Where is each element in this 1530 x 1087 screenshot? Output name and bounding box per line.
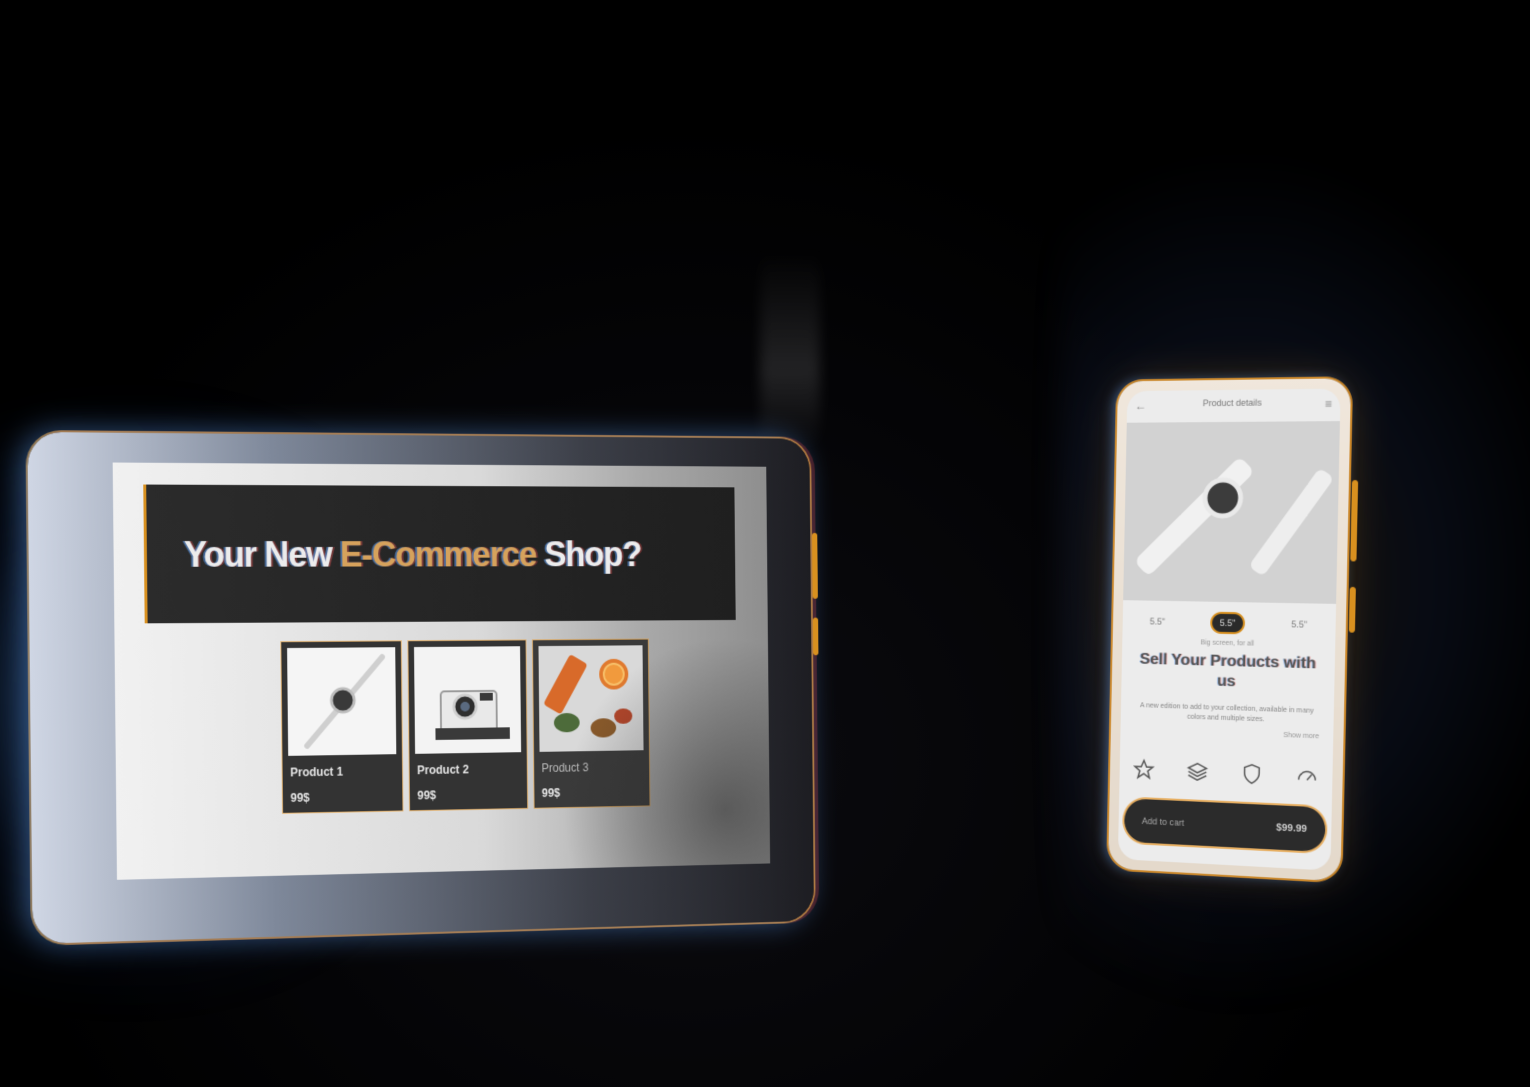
tablet-screen: Your New E-Commerce Shop? Product 1 99$ — [112, 462, 771, 880]
light-beam — [760, 250, 820, 450]
hero-title-part2: Shop? — [536, 534, 642, 574]
hero-title: Your New E-Commerce Shop? — [184, 534, 642, 576]
size-selector: 5.5" 5.5" 5.5" — [1123, 612, 1336, 634]
product-name: Product 1 — [290, 764, 344, 780]
phone-device: ← Product details ≡ 5.5" 5.5" 5.5" Big s… — [1108, 378, 1359, 882]
product-price: 99$ — [417, 788, 437, 803]
add-to-cart-label: Add to cart — [1141, 815, 1185, 828]
phone-subtitle: Big screen, for all — [1200, 639, 1255, 648]
product-image-camera — [414, 646, 522, 754]
back-arrow-icon[interactable]: ← — [1135, 399, 1147, 413]
cart-price: $99.99 — [1275, 821, 1308, 835]
show-more-link[interactable]: Show more — [1283, 732, 1319, 740]
product-price: 99$ — [290, 790, 310, 805]
tablet-volume-button — [811, 532, 818, 599]
phone-topbar-title: Product details — [1202, 397, 1262, 409]
product-price: 99$ — [541, 786, 561, 800]
screen-shadow — [560, 636, 771, 880]
size-option-selected[interactable]: 5.5" — [1211, 613, 1244, 633]
menu-icon[interactable]: ≡ — [1325, 397, 1332, 411]
tablet-device: Your New E-Commerce Shop? Product 1 99$ — [27, 431, 819, 944]
smartwatch-photo — [1123, 421, 1340, 604]
gauge-icon — [1296, 765, 1319, 788]
product-image-watch — [287, 647, 397, 756]
size-option[interactable]: 5.5" — [1142, 612, 1173, 630]
star-icon — [1133, 758, 1155, 781]
product-name: Product 2 — [417, 762, 469, 778]
phone-screen: ← Product details ≡ 5.5" 5.5" 5.5" Big s… — [1117, 388, 1341, 871]
phone-power-button — [1348, 586, 1356, 633]
phone-description: A new edition to add to your collection,… — [1139, 702, 1314, 724]
hero-title-part1: Your New — [183, 534, 341, 575]
hero-title-accent: E-Commerce — [339, 534, 537, 575]
watch-icon — [287, 647, 397, 756]
phone-heading: Sell Your Products with us — [1139, 650, 1317, 691]
layers-icon — [1186, 760, 1208, 783]
add-to-cart-button[interactable]: Add to cart $99.99 — [1123, 798, 1326, 853]
scene: Your New E-Commerce Shop? Product 1 99$ — [0, 0, 1530, 1087]
size-option[interactable]: 5.5" — [1283, 615, 1315, 634]
phone-hero-image — [1123, 421, 1340, 604]
feature-icons — [1133, 758, 1318, 788]
hero-banner: Your New E-Commerce Shop? — [146, 484, 736, 624]
shield-icon — [1241, 763, 1263, 786]
product-card[interactable]: Product 1 99$ — [281, 641, 403, 813]
tablet-power-button — [812, 617, 819, 656]
product-card[interactable]: Product 2 99$ — [408, 640, 528, 811]
phone-topbar: ← Product details ≡ — [1127, 397, 1341, 417]
camera-icon — [414, 646, 522, 754]
